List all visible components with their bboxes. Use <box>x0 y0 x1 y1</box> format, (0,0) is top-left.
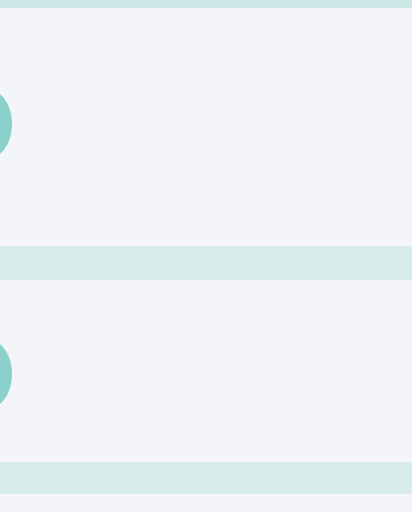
record-card[interactable] <box>0 8 412 246</box>
avatar <box>0 340 12 408</box>
record-card[interactable] <box>0 280 412 462</box>
avatar <box>0 90 12 158</box>
next-card-edge <box>0 494 412 512</box>
top-band <box>0 0 412 8</box>
